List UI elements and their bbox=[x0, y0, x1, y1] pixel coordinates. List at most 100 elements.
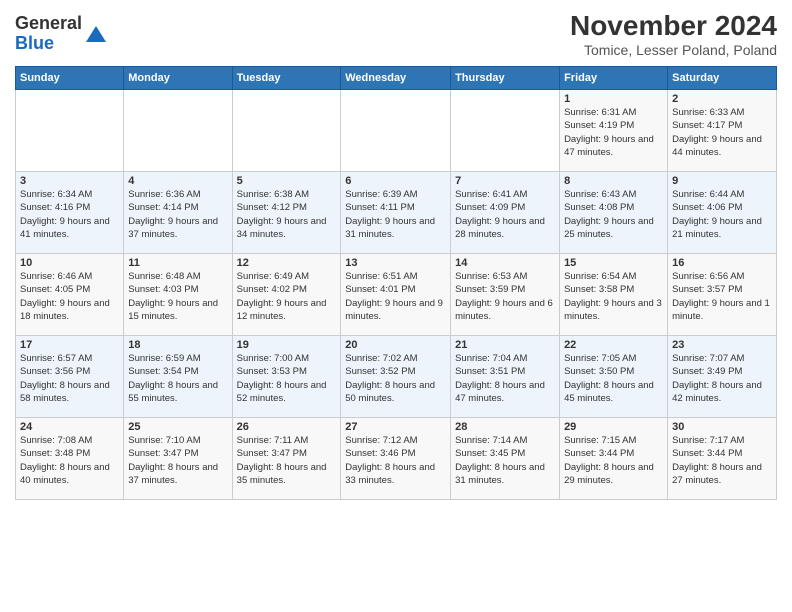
day-info: Sunrise: 6:49 AMSunset: 4:02 PMDaylight:… bbox=[237, 270, 337, 323]
day-number: 11 bbox=[128, 257, 227, 269]
day-number: 21 bbox=[455, 339, 555, 351]
table-row: 9Sunrise: 6:44 AMSunset: 4:06 PMDaylight… bbox=[668, 172, 777, 254]
calendar-header-row: Sunday Monday Tuesday Wednesday Thursday… bbox=[16, 67, 777, 90]
logo: General Blue bbox=[15, 14, 108, 54]
header-thursday: Thursday bbox=[451, 67, 560, 90]
table-row bbox=[341, 90, 451, 172]
table-row bbox=[451, 90, 560, 172]
table-row: 21Sunrise: 7:04 AMSunset: 3:51 PMDayligh… bbox=[451, 336, 560, 418]
day-number: 13 bbox=[345, 257, 446, 269]
table-row: 30Sunrise: 7:17 AMSunset: 3:44 PMDayligh… bbox=[668, 418, 777, 500]
day-info: Sunrise: 7:05 AMSunset: 3:50 PMDaylight:… bbox=[564, 352, 663, 405]
calendar-week-0: 1Sunrise: 6:31 AMSunset: 4:19 PMDaylight… bbox=[16, 90, 777, 172]
header-tuesday: Tuesday bbox=[232, 67, 341, 90]
logo-blue: Blue bbox=[15, 34, 82, 54]
day-number: 5 bbox=[237, 175, 337, 187]
day-number: 16 bbox=[672, 257, 772, 269]
day-number: 18 bbox=[128, 339, 227, 351]
day-number: 8 bbox=[564, 175, 663, 187]
day-number: 3 bbox=[20, 175, 119, 187]
table-row bbox=[232, 90, 341, 172]
day-number: 29 bbox=[564, 421, 663, 433]
day-number: 30 bbox=[672, 421, 772, 433]
table-row: 1Sunrise: 6:31 AMSunset: 4:19 PMDaylight… bbox=[560, 90, 668, 172]
table-row: 4Sunrise: 6:36 AMSunset: 4:14 PMDaylight… bbox=[124, 172, 232, 254]
day-info: Sunrise: 6:39 AMSunset: 4:11 PMDaylight:… bbox=[345, 188, 446, 241]
day-number: 27 bbox=[345, 421, 446, 433]
table-row: 5Sunrise: 6:38 AMSunset: 4:12 PMDaylight… bbox=[232, 172, 341, 254]
table-row: 16Sunrise: 6:56 AMSunset: 3:57 PMDayligh… bbox=[668, 254, 777, 336]
day-info: Sunrise: 7:00 AMSunset: 3:53 PMDaylight:… bbox=[237, 352, 337, 405]
calendar-week-2: 10Sunrise: 6:46 AMSunset: 4:05 PMDayligh… bbox=[16, 254, 777, 336]
day-number: 4 bbox=[128, 175, 227, 187]
calendar-week-4: 24Sunrise: 7:08 AMSunset: 3:48 PMDayligh… bbox=[16, 418, 777, 500]
table-row: 3Sunrise: 6:34 AMSunset: 4:16 PMDaylight… bbox=[16, 172, 124, 254]
day-number: 23 bbox=[672, 339, 772, 351]
calendar-subtitle: Tomice, Lesser Poland, Poland bbox=[570, 42, 777, 58]
day-info: Sunrise: 7:08 AMSunset: 3:48 PMDaylight:… bbox=[20, 434, 119, 487]
day-info: Sunrise: 6:33 AMSunset: 4:17 PMDaylight:… bbox=[672, 106, 772, 159]
day-info: Sunrise: 6:46 AMSunset: 4:05 PMDaylight:… bbox=[20, 270, 119, 323]
day-number: 9 bbox=[672, 175, 772, 187]
day-info: Sunrise: 7:15 AMSunset: 3:44 PMDaylight:… bbox=[564, 434, 663, 487]
table-row: 27Sunrise: 7:12 AMSunset: 3:46 PMDayligh… bbox=[341, 418, 451, 500]
day-info: Sunrise: 7:17 AMSunset: 3:44 PMDaylight:… bbox=[672, 434, 772, 487]
day-info: Sunrise: 7:07 AMSunset: 3:49 PMDaylight:… bbox=[672, 352, 772, 405]
day-info: Sunrise: 6:36 AMSunset: 4:14 PMDaylight:… bbox=[128, 188, 227, 241]
day-info: Sunrise: 6:51 AMSunset: 4:01 PMDaylight:… bbox=[345, 270, 446, 323]
day-number: 15 bbox=[564, 257, 663, 269]
day-number: 19 bbox=[237, 339, 337, 351]
calendar-table: Sunday Monday Tuesday Wednesday Thursday… bbox=[15, 66, 777, 500]
table-row: 24Sunrise: 7:08 AMSunset: 3:48 PMDayligh… bbox=[16, 418, 124, 500]
logo-text: General Blue bbox=[15, 14, 82, 54]
day-info: Sunrise: 7:12 AMSunset: 3:46 PMDaylight:… bbox=[345, 434, 446, 487]
calendar-week-3: 17Sunrise: 6:57 AMSunset: 3:56 PMDayligh… bbox=[16, 336, 777, 418]
day-info: Sunrise: 7:02 AMSunset: 3:52 PMDaylight:… bbox=[345, 352, 446, 405]
table-row: 22Sunrise: 7:05 AMSunset: 3:50 PMDayligh… bbox=[560, 336, 668, 418]
day-number: 1 bbox=[564, 93, 663, 105]
table-row: 17Sunrise: 6:57 AMSunset: 3:56 PMDayligh… bbox=[16, 336, 124, 418]
table-row: 12Sunrise: 6:49 AMSunset: 4:02 PMDayligh… bbox=[232, 254, 341, 336]
table-row: 25Sunrise: 7:10 AMSunset: 3:47 PMDayligh… bbox=[124, 418, 232, 500]
day-number: 2 bbox=[672, 93, 772, 105]
day-number: 25 bbox=[128, 421, 227, 433]
logo-general: General bbox=[15, 14, 82, 34]
table-row: 11Sunrise: 6:48 AMSunset: 4:03 PMDayligh… bbox=[124, 254, 232, 336]
day-info: Sunrise: 6:41 AMSunset: 4:09 PMDaylight:… bbox=[455, 188, 555, 241]
title-section: November 2024 Tomice, Lesser Poland, Pol… bbox=[570, 10, 777, 58]
day-number: 22 bbox=[564, 339, 663, 351]
table-row: 29Sunrise: 7:15 AMSunset: 3:44 PMDayligh… bbox=[560, 418, 668, 500]
day-number: 26 bbox=[237, 421, 337, 433]
day-info: Sunrise: 6:34 AMSunset: 4:16 PMDaylight:… bbox=[20, 188, 119, 241]
table-row: 8Sunrise: 6:43 AMSunset: 4:08 PMDaylight… bbox=[560, 172, 668, 254]
day-info: Sunrise: 6:53 AMSunset: 3:59 PMDaylight:… bbox=[455, 270, 555, 323]
header: General Blue November 2024 Tomice, Lesse… bbox=[15, 10, 777, 58]
table-row: 15Sunrise: 6:54 AMSunset: 3:58 PMDayligh… bbox=[560, 254, 668, 336]
day-number: 10 bbox=[20, 257, 119, 269]
day-info: Sunrise: 7:10 AMSunset: 3:47 PMDaylight:… bbox=[128, 434, 227, 487]
day-info: Sunrise: 6:54 AMSunset: 3:58 PMDaylight:… bbox=[564, 270, 663, 323]
table-row: 13Sunrise: 6:51 AMSunset: 4:01 PMDayligh… bbox=[341, 254, 451, 336]
logo-icon bbox=[84, 22, 108, 46]
header-monday: Monday bbox=[124, 67, 232, 90]
table-row: 14Sunrise: 6:53 AMSunset: 3:59 PMDayligh… bbox=[451, 254, 560, 336]
day-number: 17 bbox=[20, 339, 119, 351]
day-info: Sunrise: 7:04 AMSunset: 3:51 PMDaylight:… bbox=[455, 352, 555, 405]
table-row: 19Sunrise: 7:00 AMSunset: 3:53 PMDayligh… bbox=[232, 336, 341, 418]
header-wednesday: Wednesday bbox=[341, 67, 451, 90]
calendar-title: November 2024 bbox=[570, 10, 777, 42]
header-saturday: Saturday bbox=[668, 67, 777, 90]
day-info: Sunrise: 6:43 AMSunset: 4:08 PMDaylight:… bbox=[564, 188, 663, 241]
table-row: 18Sunrise: 6:59 AMSunset: 3:54 PMDayligh… bbox=[124, 336, 232, 418]
day-info: Sunrise: 6:56 AMSunset: 3:57 PMDaylight:… bbox=[672, 270, 772, 323]
day-number: 24 bbox=[20, 421, 119, 433]
page: General Blue November 2024 Tomice, Lesse… bbox=[0, 0, 792, 612]
header-sunday: Sunday bbox=[16, 67, 124, 90]
day-info: Sunrise: 6:59 AMSunset: 3:54 PMDaylight:… bbox=[128, 352, 227, 405]
day-info: Sunrise: 7:11 AMSunset: 3:47 PMDaylight:… bbox=[237, 434, 337, 487]
day-number: 14 bbox=[455, 257, 555, 269]
table-row: 26Sunrise: 7:11 AMSunset: 3:47 PMDayligh… bbox=[232, 418, 341, 500]
table-row: 28Sunrise: 7:14 AMSunset: 3:45 PMDayligh… bbox=[451, 418, 560, 500]
header-friday: Friday bbox=[560, 67, 668, 90]
day-number: 12 bbox=[237, 257, 337, 269]
